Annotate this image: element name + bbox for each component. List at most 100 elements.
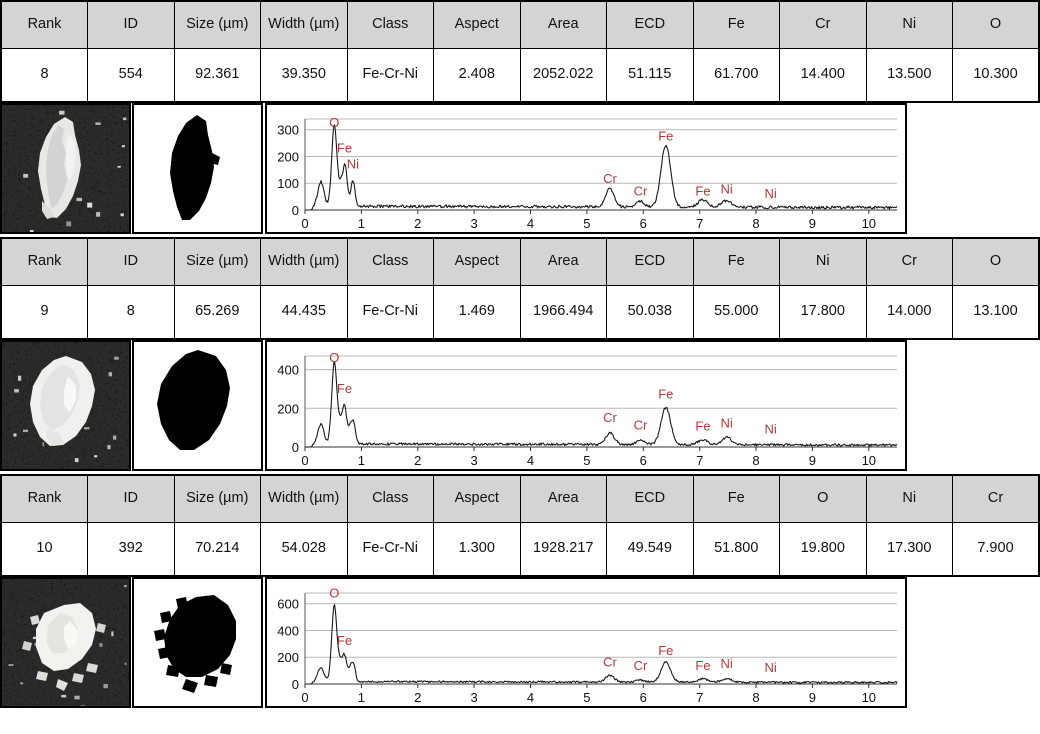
column-header-aspect[interactable]: Aspect — [433, 474, 521, 523]
column-header-ni[interactable]: Ni — [865, 474, 953, 523]
column-header-rank[interactable]: Rank — [0, 237, 88, 286]
column-header-ecd[interactable]: ECD — [606, 237, 694, 286]
particle-properties-table: Rank ID Size (µm) Width (µm) Class Aspect Area… — [0, 0, 1040, 103]
cell-rank: 9 — [0, 285, 88, 340]
svg-text:400: 400 — [277, 363, 299, 378]
column-header-o[interactable]: O — [952, 237, 1040, 286]
sem-particle-image[interactable] — [0, 340, 131, 471]
column-header-width-m[interactable]: Width (µm) — [260, 474, 348, 523]
column-header-class[interactable]: Class — [346, 474, 434, 523]
particle-media-row: 0 100 200 300 0 1 2 3 4 5 6 7 8 9 10 O Fe Ni Cr Cr Fe Fe Ni Ni — [0, 103, 1040, 234]
cell-rank: 10 — [0, 522, 88, 577]
cell-area: 1966.494 — [519, 285, 607, 340]
table-row: 8 554 92.361 39.350 Fe-Cr-Ni 2.408 2052.022 51.… — [0, 48, 1040, 103]
column-header-rank[interactable]: Rank — [0, 474, 88, 523]
binary-mask-image[interactable] — [132, 577, 263, 708]
media-row-spacer — [907, 103, 1040, 234]
column-header-rank[interactable]: Rank — [0, 0, 88, 49]
column-header-class[interactable]: Class — [346, 237, 434, 286]
column-header-o[interactable]: O — [779, 474, 867, 523]
cell-o: 19.800 — [779, 522, 867, 577]
svg-text:Fe: Fe — [337, 141, 352, 156]
particle-media-row: 0 200 400 600 0 1 2 3 4 5 6 7 8 9 10 O Fe Cr Cr Fe Fe Ni Ni — [0, 577, 1040, 708]
column-header-id[interactable]: ID — [87, 474, 175, 523]
column-header-aspect[interactable]: Aspect — [433, 0, 521, 49]
svg-text:Cr: Cr — [603, 171, 617, 186]
column-header-area[interactable]: Area — [519, 0, 607, 49]
eds-spectrum-chart[interactable]: 0 200 400 0 1 2 3 4 5 6 7 8 9 10 O Fe Cr Cr Fe Fe Ni Ni — [265, 340, 907, 471]
table-header-row: Rank ID Size (µm) Width (µm) Class Aspect Area… — [0, 474, 1040, 523]
column-header-class[interactable]: Class — [346, 0, 434, 49]
svg-text:Cr: Cr — [603, 655, 617, 670]
column-header-fe[interactable]: Fe — [692, 237, 780, 286]
cell-ni: 17.800 — [779, 285, 867, 340]
svg-text:Fe: Fe — [695, 419, 710, 434]
particle-media-row: 0 200 400 0 1 2 3 4 5 6 7 8 9 10 O Fe Cr Cr Fe Fe Ni Ni — [0, 340, 1040, 471]
cell-width-m: 44.435 — [260, 285, 348, 340]
record-rank-9: Rank ID Size (µm) Width (µm) Class Aspect Area… — [0, 237, 1040, 471]
cell-o: 10.300 — [952, 48, 1040, 103]
svg-text:8: 8 — [752, 216, 759, 231]
svg-text:4: 4 — [527, 216, 534, 231]
column-header-size-m[interactable]: Size (µm) — [173, 0, 261, 49]
svg-text:1: 1 — [358, 216, 365, 231]
sem-particle-image[interactable] — [0, 577, 131, 708]
svg-text:2: 2 — [414, 453, 421, 468]
cell-cr: 14.000 — [865, 285, 953, 340]
svg-text:Ni: Ni — [721, 181, 733, 196]
svg-text:0: 0 — [301, 453, 308, 468]
binary-mask-image[interactable] — [132, 103, 263, 234]
column-header-size-m[interactable]: Size (µm) — [173, 474, 261, 523]
svg-text:200: 200 — [277, 401, 299, 416]
column-header-ecd[interactable]: ECD — [606, 474, 694, 523]
column-header-cr[interactable]: Cr — [779, 0, 867, 49]
cell-rank: 8 — [0, 48, 88, 103]
cell-fe: 55.000 — [692, 285, 780, 340]
svg-text:1: 1 — [358, 453, 365, 468]
table-row: 10 392 70.214 54.028 Fe-Cr-Ni 1.300 1928.217 49… — [0, 522, 1040, 577]
cell-width-m: 54.028 — [260, 522, 348, 577]
table-header-row: Rank ID Size (µm) Width (µm) Class Aspect Area… — [0, 237, 1040, 286]
svg-text:Cr: Cr — [603, 410, 617, 425]
column-header-width-m[interactable]: Width (µm) — [260, 237, 348, 286]
cell-cr: 14.400 — [779, 48, 867, 103]
column-header-ni[interactable]: Ni — [779, 237, 867, 286]
column-header-area[interactable]: Area — [519, 237, 607, 286]
column-header-area[interactable]: Area — [519, 474, 607, 523]
svg-text:Fe: Fe — [337, 381, 352, 396]
sem-particle-image[interactable] — [0, 103, 131, 234]
table-row: 9 8 65.269 44.435 Fe-Cr-Ni 1.469 1966.494 50.03… — [0, 285, 1040, 340]
column-header-fe[interactable]: Fe — [692, 474, 780, 523]
cell-class: Fe-Cr-Ni — [346, 48, 434, 103]
column-header-ni[interactable]: Ni — [865, 0, 953, 49]
column-header-cr[interactable]: Cr — [952, 474, 1040, 523]
media-row-spacer — [907, 577, 1040, 708]
column-header-o[interactable]: O — [952, 0, 1040, 49]
binary-mask-image[interactable] — [132, 340, 263, 471]
column-header-id[interactable]: ID — [87, 0, 175, 49]
svg-text:400: 400 — [277, 624, 299, 639]
eds-spectrum-chart[interactable]: 0 200 400 600 0 1 2 3 4 5 6 7 8 9 10 O Fe Cr Cr Fe Fe Ni Ni — [265, 577, 907, 708]
cell-aspect: 1.300 — [433, 522, 521, 577]
column-header-aspect[interactable]: Aspect — [433, 237, 521, 286]
cell-id: 392 — [87, 522, 175, 577]
column-header-cr[interactable]: Cr — [865, 237, 953, 286]
svg-text:9: 9 — [809, 216, 816, 231]
column-header-width-m[interactable]: Width (µm) — [260, 0, 348, 49]
svg-text:Cr: Cr — [634, 183, 648, 198]
svg-text:Fe: Fe — [695, 658, 710, 673]
svg-text:200: 200 — [277, 150, 299, 165]
svg-text:4: 4 — [527, 690, 534, 705]
cell-class: Fe-Cr-Ni — [346, 522, 434, 577]
svg-text:0: 0 — [292, 203, 299, 218]
cell-width-m: 39.350 — [260, 48, 348, 103]
column-header-id[interactable]: ID — [87, 237, 175, 286]
column-header-size-m[interactable]: Size (µm) — [173, 237, 261, 286]
svg-text:Fe: Fe — [658, 643, 673, 658]
column-header-fe[interactable]: Fe — [692, 0, 780, 49]
eds-spectrum-chart[interactable]: 0 100 200 300 0 1 2 3 4 5 6 7 8 9 10 O Fe Ni Cr Cr Fe Fe Ni Ni — [265, 103, 907, 234]
cell-fe: 61.700 — [692, 48, 780, 103]
cell-id: 8 — [87, 285, 175, 340]
svg-text:Ni: Ni — [347, 157, 359, 172]
column-header-ecd[interactable]: ECD — [606, 0, 694, 49]
